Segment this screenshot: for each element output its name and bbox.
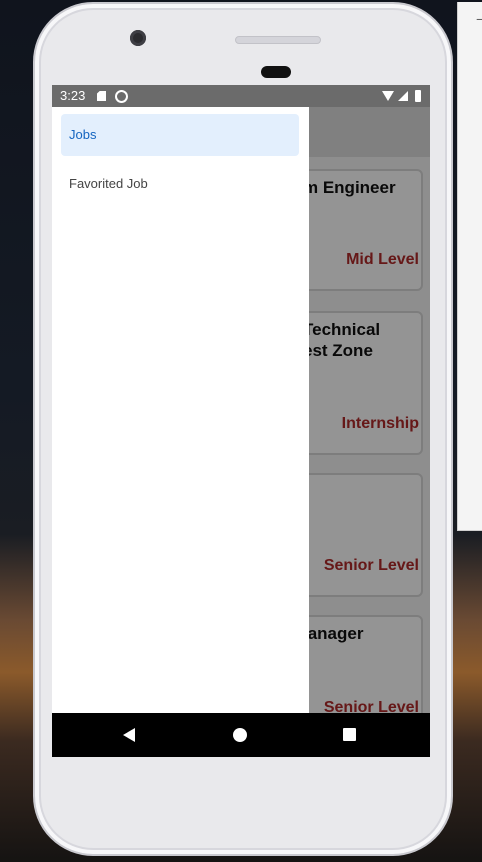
wifi-icon — [382, 91, 394, 101]
drawer-item-jobs[interactable]: Jobs — [61, 114, 299, 156]
recents-icon[interactable] — [343, 728, 356, 741]
drawer-item-label: Favorited Job — [69, 176, 148, 191]
sync-icon — [115, 90, 128, 103]
sd-card-icon — [97, 91, 106, 101]
status-time: 3:23 — [60, 88, 86, 103]
cell-signal-icon — [398, 91, 408, 101]
system-navigation-bar — [52, 713, 430, 757]
drawer-item-label: Jobs — [69, 127, 97, 142]
battery-icon — [415, 90, 421, 102]
earpiece-speaker — [235, 36, 321, 44]
status-bar: 3:23 — [52, 85, 430, 107]
proximity-sensor — [261, 66, 291, 78]
home-icon[interactable] — [233, 728, 247, 742]
navigation-drawer: Jobs Favorited Job — [52, 107, 309, 713]
back-icon[interactable] — [123, 728, 135, 742]
device-screen: 3:23 m Engineer Mid Level Technical est … — [52, 85, 430, 757]
front-camera — [130, 30, 146, 46]
window-icon: − — [476, 11, 482, 27]
background-window: − — [457, 2, 482, 531]
drawer-item-favorited-job[interactable]: Favorited Job — [61, 163, 299, 205]
